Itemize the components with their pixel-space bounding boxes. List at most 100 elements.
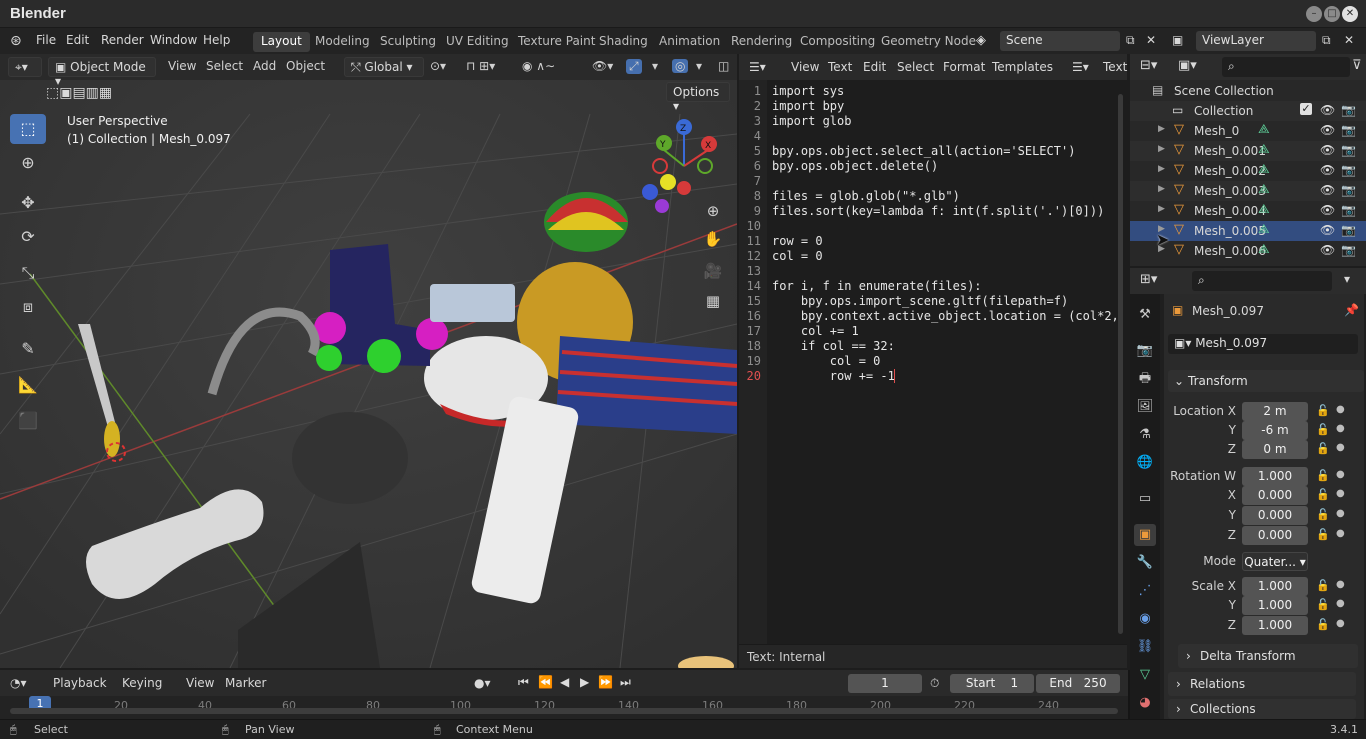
current-frame-field[interactable]: 1 <box>848 674 922 693</box>
camera-icon[interactable]: 📷 <box>1341 243 1356 257</box>
outliner[interactable]: ⊟▾ ▣▾ ⌕ ⊽ ▤ Scene Collection ▭ Collectio… <box>1130 54 1366 266</box>
code-line[interactable]: col = 0 <box>772 354 881 368</box>
code-line[interactable]: files = glob.glob("*.glb") <box>772 189 960 203</box>
timeline-type-icon[interactable]: ◔▾ <box>10 676 27 690</box>
properties-search-input[interactable]: ⌕ <box>1192 271 1332 291</box>
menu-file[interactable]: File <box>36 33 56 47</box>
new-scene-icon[interactable]: ⧉ <box>1126 33 1135 48</box>
code-line[interactable]: import bpy <box>772 99 844 113</box>
viewport-scene[interactable]: Z X Y <box>0 54 737 668</box>
scene-icon[interactable]: ◈ <box>976 33 986 48</box>
lock-icon[interactable]: 🔓 <box>1316 488 1330 501</box>
lock-icon[interactable]: 🔓 <box>1316 404 1330 417</box>
lock-icon[interactable]: 🔓 <box>1316 618 1330 631</box>
scene-collection-row[interactable]: ▤ Scene Collection <box>1130 81 1366 101</box>
pan-hand-icon[interactable]: ✋ <box>700 226 726 252</box>
location-x-field[interactable]: 2 m <box>1242 402 1308 421</box>
code-line[interactable]: bpy.ops.object.select_all(action='SELECT… <box>772 144 1075 158</box>
tab-geometry-nodes[interactable]: Geometry Node <box>873 32 984 52</box>
code-line[interactable]: row = 0 <box>772 234 823 248</box>
delta-transform-panel[interactable]: › Delta Transform <box>1178 644 1358 668</box>
overlays-dropdown-icon[interactable]: ▾ <box>696 59 702 73</box>
lock-icon[interactable]: 🔓 <box>1316 442 1330 455</box>
keyframe-dot-icon[interactable]: ● <box>1336 442 1345 453</box>
keyframe-dot-icon[interactable]: ● <box>1336 579 1345 590</box>
collection-tab-icon[interactable]: ▭ <box>1134 488 1156 510</box>
stopwatch-icon[interactable]: ⏱ <box>930 676 939 691</box>
tab-rendering[interactable]: Rendering <box>723 32 800 52</box>
code-line[interactable]: for i, f in enumerate(files): <box>772 279 982 293</box>
keyframe-dot-icon[interactable]: ● <box>1336 598 1345 609</box>
data-tab-icon[interactable]: ▽ <box>1134 664 1156 686</box>
keyframe-dot-icon[interactable]: ● <box>1336 423 1345 434</box>
start-frame-field[interactable]: Start 1 <box>950 674 1034 693</box>
transform-panel-header[interactable]: ⌄ Transform <box>1168 370 1364 392</box>
move-tool-icon[interactable]: ✥ <box>10 188 46 218</box>
jump-start-icon[interactable]: ⏮ <box>518 675 529 690</box>
exclude-checkbox[interactable]: ✓ <box>1300 103 1312 115</box>
mesh-data-icon[interactable]: ⟁ <box>1258 142 1270 157</box>
jump-end-icon[interactable]: ⏭ <box>620 675 631 690</box>
maximize-button[interactable]: □ <box>1324 6 1340 22</box>
expand-triangle-icon[interactable]: ▶ <box>1158 124 1165 134</box>
properties-options-icon[interactable]: ▾ <box>1344 272 1350 286</box>
viewport-menu-object[interactable]: Object <box>286 59 325 73</box>
perspective-grid-icon[interactable]: ▦ <box>700 288 726 314</box>
play-reverse-icon[interactable]: ◀ <box>560 675 569 689</box>
rotate-tool-icon[interactable]: ⟳ <box>10 222 46 252</box>
physics-tab-icon[interactable]: ◉ <box>1134 608 1156 630</box>
tab-uv-editing[interactable]: UV Editing <box>438 32 517 52</box>
outliner-object-row[interactable]: ▶ ▽ Mesh_0 ⟁ 👁 📷 <box>1130 121 1366 141</box>
eye-icon[interactable]: 👁 <box>1320 123 1335 137</box>
snap-icon[interactable]: ⊓ ⊞▾ <box>466 59 495 73</box>
transform-tool-icon[interactable]: ⧈ <box>10 292 46 322</box>
camera-icon[interactable]: 📷 <box>1341 183 1356 197</box>
code-scrollbar[interactable] <box>1118 94 1123 634</box>
record-icon[interactable]: ●▾ <box>474 676 491 690</box>
camera-icon[interactable]: 📷 <box>1341 123 1356 137</box>
zoom-icon[interactable]: ⊕ <box>700 198 726 224</box>
code-line[interactable]: import glob <box>772 114 851 128</box>
lock-icon[interactable]: 🔓 <box>1316 528 1330 541</box>
mesh-data-icon[interactable]: ⟁ <box>1258 162 1270 177</box>
tab-layout[interactable]: Layout <box>253 32 310 52</box>
text-menu-view[interactable]: View <box>791 60 819 74</box>
menu-help[interactable]: Help <box>203 33 230 47</box>
modifiers-tab-icon[interactable]: 🔧 <box>1134 552 1156 574</box>
outliner-object-row[interactable]: ▶ ▽ Mesh_0.002 ⟁ 👁 📷 <box>1130 161 1366 181</box>
area-divider[interactable] <box>1128 670 1130 719</box>
keyframe-dot-icon[interactable]: ● <box>1336 488 1345 499</box>
eye-icon[interactable]: 👁 <box>1320 183 1335 197</box>
new-view-layer-icon[interactable]: ⧉ <box>1322 33 1331 48</box>
tab-texture-paint[interactable]: Texture Paint <box>510 32 603 52</box>
options-dropdown[interactable]: Options ▾ <box>666 82 730 113</box>
text-editor-type-icon[interactable]: ☰▾ <box>749 60 766 74</box>
render-tab-icon[interactable]: 📷 <box>1134 340 1156 362</box>
display-mode-icon[interactable]: ▣▾ <box>1178 58 1197 73</box>
code-line[interactable]: import sys <box>772 84 844 98</box>
text-editor[interactable]: ☰▾ View Text Edit Select Format Template… <box>739 54 1127 668</box>
select-box-tool-icon[interactable]: ⬚ <box>10 114 46 144</box>
measure-tool-icon[interactable]: 📐 <box>10 370 46 400</box>
scene-tab-icon[interactable]: ⚗ <box>1134 424 1156 446</box>
collection-eye-icon[interactable]: 👁 <box>1320 103 1335 117</box>
text-menu-format[interactable]: Format <box>943 60 985 74</box>
view-layer-field[interactable]: ViewLayer <box>1196 31 1316 51</box>
remove-scene-icon[interactable]: ✕ <box>1146 33 1156 47</box>
keyframe-dot-icon[interactable]: ● <box>1336 508 1345 519</box>
output-tab-icon[interactable]: 🖶 <box>1134 368 1156 390</box>
timeline[interactable]: ◔▾ Playback Keying View Marker ●▾ ⏮ ⏪ ◀ … <box>0 670 1128 719</box>
expand-triangle-icon[interactable]: ▶ <box>1158 164 1165 174</box>
code-line[interactable]: bpy.ops.object.delete() <box>772 159 938 173</box>
mesh-data-icon[interactable]: ⟁ <box>1258 182 1270 197</box>
menu-edit[interactable]: Edit <box>66 33 89 47</box>
close-window-button[interactable]: ✕ <box>1342 6 1358 22</box>
rotation-x-field[interactable]: 0.000 <box>1242 486 1308 505</box>
tab-compositing[interactable]: Compositing <box>792 32 883 52</box>
tool-tab-icon[interactable]: ⚒ <box>1134 304 1156 326</box>
code-line[interactable]: col = 0 <box>772 249 823 263</box>
outliner-object-row[interactable]: ▶ ▽ Mesh_0.004 ⟁ 👁 📷 <box>1130 201 1366 221</box>
particles-tab-icon[interactable]: ⋰ <box>1134 580 1156 602</box>
eye-icon[interactable]: 👁 <box>1320 223 1335 237</box>
prev-keyframe-icon[interactable]: ⏪ <box>538 675 553 689</box>
